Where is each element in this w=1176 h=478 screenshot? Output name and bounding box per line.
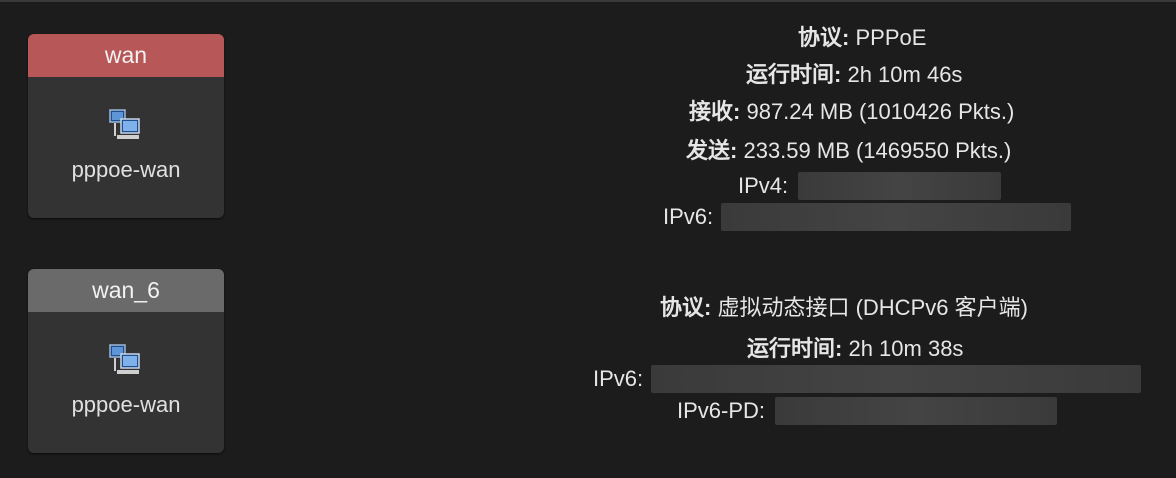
network-device-icon [109,344,140,374]
device-name: pppoe-wan [71,392,181,417]
interface-name-wan: wan [28,34,224,77]
device-name: pppoe-wan [71,157,181,182]
wan6-uptime: 运行时间: 2h 10m 38s [747,336,964,361]
top-divider [0,0,1176,2]
redacted-ipv4 [798,172,1002,200]
wan6-ipv6: IPv6: [593,365,1142,393]
wan-ipv6: IPv6: [663,203,1072,231]
interface-name-wan6: wan_6 [28,269,224,312]
interface-card-wan[interactable]: wan pppoe-wan [28,34,224,218]
wan-ipv4: IPv4: [738,172,1002,200]
wan-uptime: 运行时间: 2h 10m 46s [746,62,963,87]
redacted-ipv6-pd [775,397,1058,425]
wan-rx: 接收: 987.24 MB (1010426 Pkts.) [689,99,1015,124]
interface-card-wan6[interactable]: wan_6 pppoe-wan [28,269,224,453]
wan-tx: 发送: 233.59 MB (1469550 Pkts.) [686,138,1012,163]
network-device-icon [109,109,140,139]
redacted-ipv6 [651,365,1142,393]
redacted-ipv6 [721,203,1072,231]
wan-protocol: 协议: PPPoE [798,25,927,50]
wan6-protocol: 协议: 虚拟动态接口 (DHCPv6 客户端) [660,295,1028,320]
wan6-ipv6-pd: IPv6-PD: [677,397,1058,425]
